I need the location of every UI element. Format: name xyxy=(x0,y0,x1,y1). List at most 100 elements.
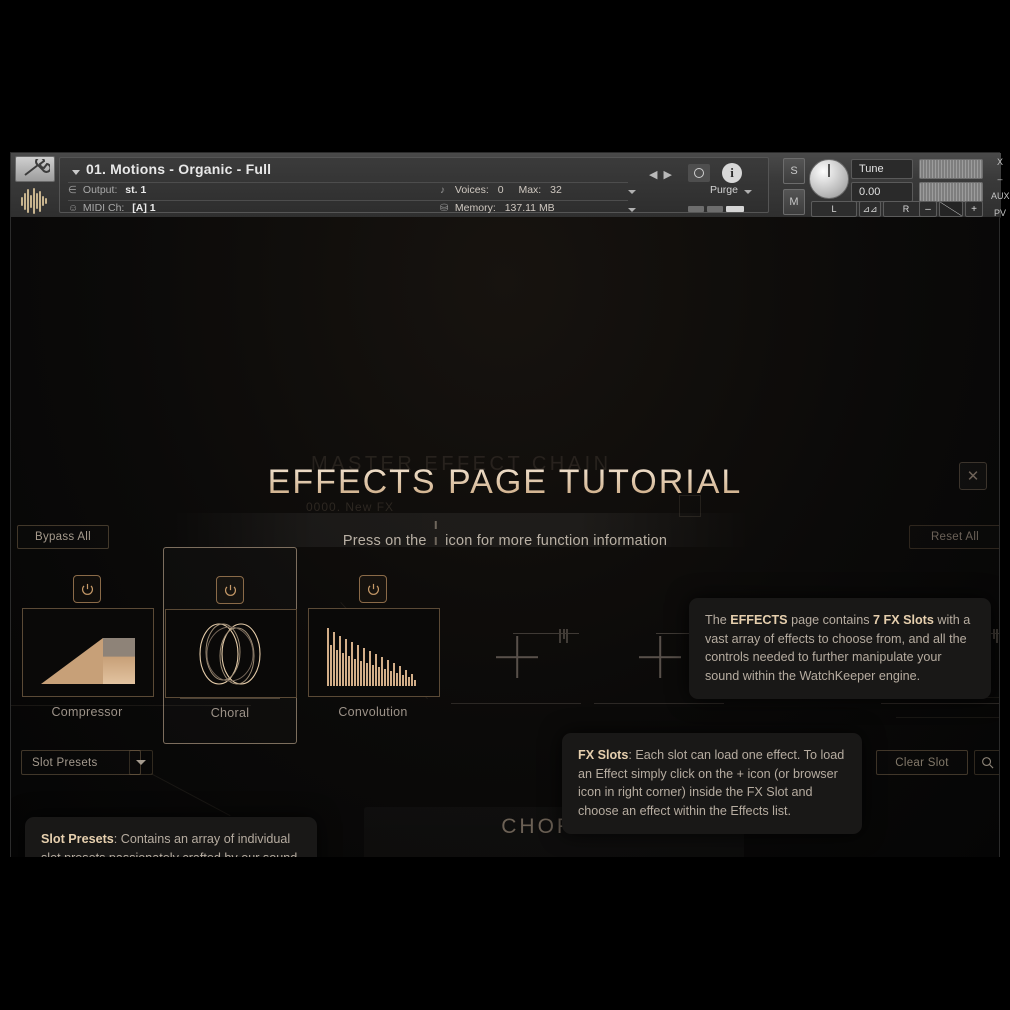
subtitle-after: icon for more function information xyxy=(445,533,668,549)
plugin-body: MASTER EFFECT CHAIN 0000. New FX EFFECTS… xyxy=(11,217,999,857)
power-icon[interactable] xyxy=(359,575,387,603)
fx-slot-4[interactable] xyxy=(451,567,583,742)
bypass-all-button[interactable]: Bypass All xyxy=(17,525,109,549)
max-label: Max: xyxy=(518,184,542,196)
slot-presets-dropdown-icon[interactable] xyxy=(129,750,153,775)
solo-mute-group: S M xyxy=(783,158,805,220)
output-icon: ∈ xyxy=(68,185,77,196)
search-icon[interactable] xyxy=(974,750,999,775)
tooltip-bold: FX Slots xyxy=(578,748,629,762)
info-glyph-icon: ı ı xyxy=(433,517,439,549)
tooltip-slot-presets: Slot Presets: Contains an array of indiv… xyxy=(25,817,317,857)
info-icon[interactable]: i xyxy=(722,163,742,183)
tune-label: Tune xyxy=(851,159,913,179)
memory-row: ⛁ Memory: 137.11 MB xyxy=(440,202,555,214)
tooltip-bold: 7 FX Slots xyxy=(873,613,934,627)
chevron-down-icon[interactable] xyxy=(72,170,80,175)
close-window-button[interactable]: X xyxy=(991,157,1009,167)
tutorial-subtitle: Press on the ı ı icon for more function … xyxy=(11,517,999,549)
output-row[interactable]: ∈ Output: st. 1 xyxy=(68,184,636,201)
instrument-strip[interactable]: 01. Motions - Organic - Full ∈ Output: s… xyxy=(59,157,769,214)
deco-line xyxy=(594,703,724,704)
meter-left xyxy=(919,159,983,179)
purge-dropdown-icon[interactable] xyxy=(744,190,752,194)
deco-line xyxy=(451,703,581,704)
voices-icon: ♪ xyxy=(440,185,445,196)
impulse-response-icon xyxy=(308,608,440,697)
window-side-buttons: X – AUX PV xyxy=(991,157,1010,225)
tooltip-effects: The EFFECTS page contains 7 FX Slots wit… xyxy=(689,598,991,699)
voices-row: ♪ Voices: 0 Max: 32 xyxy=(440,184,562,196)
fx-slot-3[interactable]: Convolution xyxy=(307,567,440,742)
instrument-name[interactable]: 01. Motions - Organic - Full xyxy=(72,161,271,177)
volume-slider[interactable] xyxy=(939,201,963,217)
volume-decrease-button[interactable]: – xyxy=(919,201,937,217)
chorus-waves-icon xyxy=(165,609,297,698)
memory-icon: ⛁ xyxy=(440,203,449,214)
output-meters xyxy=(919,159,983,205)
clear-slot-button[interactable]: Clear Slot xyxy=(876,750,968,775)
tooltip-fx-slots: FX Slots: Each slot can load one effect.… xyxy=(562,733,862,834)
screenshot-root: 01. Motions - Organic - Full ∈ Output: s… xyxy=(0,0,1010,1010)
tune-readout: Tune 0.00 xyxy=(851,159,913,205)
close-tutorial-button[interactable]: ✕ xyxy=(959,462,987,490)
preset-nav-arrows[interactable]: ◀ ▶ xyxy=(649,168,672,181)
divider xyxy=(68,182,628,183)
fx-slot-1-label: Compressor xyxy=(51,705,123,719)
kontakt-window: 01. Motions - Organic - Full ∈ Output: s… xyxy=(10,152,1010,857)
fx-slot-3-label: Convolution xyxy=(338,705,408,719)
pan-left-label: L xyxy=(811,201,857,217)
divider xyxy=(68,200,628,201)
tune-knob-wrap xyxy=(809,159,849,199)
meter-right xyxy=(919,182,983,202)
slot-presets-button[interactable]: Slot Presets xyxy=(21,750,141,775)
pan-control[interactable]: L ⊿⊿ R xyxy=(811,201,929,217)
output-value[interactable]: st. 1 xyxy=(125,184,146,196)
purge-label: Purge xyxy=(709,184,738,196)
volume-control[interactable]: – + xyxy=(919,201,983,217)
tooltip-text: page contains xyxy=(787,613,873,627)
reset-all-button[interactable]: Reset All xyxy=(909,525,999,549)
memory-label: Memory: xyxy=(454,202,496,214)
fx-slot-2[interactable]: Choral xyxy=(163,547,297,744)
power-icon[interactable] xyxy=(216,576,244,604)
midi-value[interactable]: [A] 1 xyxy=(132,202,155,214)
midi-icon: ☺ xyxy=(68,203,79,214)
output-dropdown-icon[interactable] xyxy=(628,190,636,194)
mute-button[interactable]: M xyxy=(783,189,805,215)
pan-center-icon[interactable]: ⊿⊿ xyxy=(859,201,881,217)
aux-button[interactable]: AUX xyxy=(991,191,1010,201)
voices-value: 0 xyxy=(497,184,504,196)
deco-line xyxy=(881,703,999,704)
solo-button[interactable]: S xyxy=(783,158,805,184)
fx-slot-1[interactable]: Compressor xyxy=(21,567,154,742)
memory-value: 137.11 MB xyxy=(504,202,555,214)
deco-line xyxy=(150,773,231,817)
plus-icon[interactable] xyxy=(639,636,681,678)
power-icon[interactable] xyxy=(73,575,101,603)
output-label: Output: xyxy=(82,184,118,196)
deco-line xyxy=(513,633,579,634)
header-left-icons xyxy=(15,156,55,215)
tune-knob[interactable] xyxy=(809,159,849,199)
subtitle-before: Press on the xyxy=(342,533,427,549)
tooltip-bold: EFFECTS xyxy=(730,613,788,627)
volume-increase-button[interactable]: + xyxy=(965,201,983,217)
minimize-window-button[interactable]: – xyxy=(991,174,1009,184)
background-preset-name: 0000. New FX xyxy=(306,500,395,514)
kontakt-header: 01. Motions - Organic - Full ∈ Output: s… xyxy=(11,153,1010,220)
voices-label: Voices: xyxy=(454,184,489,196)
waveform-icon xyxy=(15,187,53,215)
tooltip-bold: Slot Presets xyxy=(41,832,114,846)
instrument-level-bars xyxy=(688,206,744,212)
fx-slot-2-label: Choral xyxy=(164,698,296,720)
plus-icon[interactable] xyxy=(496,636,538,678)
midi-dropdown-icon[interactable] xyxy=(628,208,636,212)
tune-value[interactable]: 0.00 xyxy=(851,182,913,202)
midi-label: MIDI Ch: xyxy=(82,202,125,214)
browser-icon[interactable] xyxy=(559,629,569,643)
purge-button[interactable]: Purge xyxy=(709,184,752,196)
wrench-icon[interactable] xyxy=(15,156,55,182)
max-value: 32 xyxy=(550,184,562,196)
snapshot-camera-icon[interactable] xyxy=(688,164,710,182)
